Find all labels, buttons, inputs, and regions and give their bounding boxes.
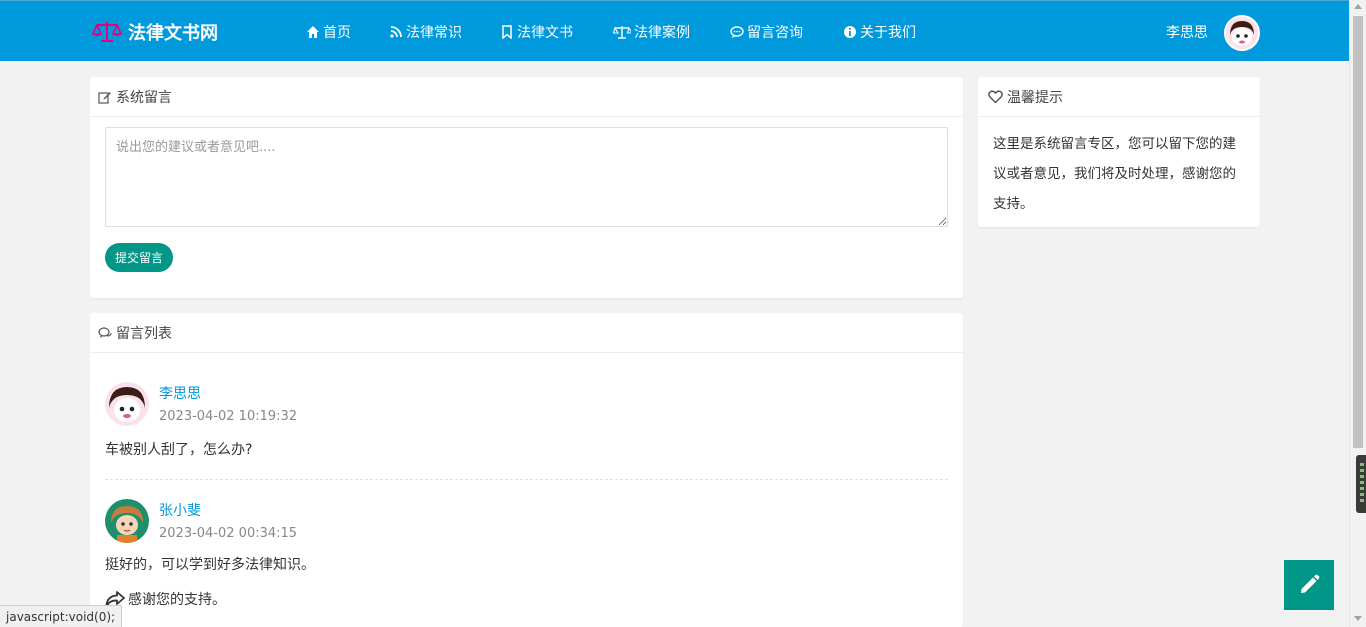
- message-content: 挺好的，可以学到好多法律知识。: [105, 557, 315, 573]
- card-title: 系统留言: [116, 89, 172, 106]
- page-scrollbar[interactable]: [1349, 0, 1366, 627]
- avatar: [105, 382, 149, 426]
- nav-label: 法律文书: [517, 25, 573, 41]
- home-icon: [307, 26, 319, 38]
- nav-item-about[interactable]: 关于我们: [843, 21, 916, 43]
- avatar-image: [1226, 17, 1258, 49]
- nav-label: 法律常识: [406, 25, 462, 41]
- comments-icon: [98, 326, 112, 338]
- bookmark-icon: [502, 25, 512, 39]
- card-header: 温馨提示: [978, 77, 1260, 117]
- top-navbar: 法律文书网 首页 法律常识 法律文书 法律案例 留言咨询 关于我们 李思思: [0, 0, 1366, 61]
- nav-item-common-sense[interactable]: 法律常识: [389, 21, 462, 43]
- scroll-down-arrow[interactable]: [1354, 616, 1362, 621]
- user-name[interactable]: 李思思: [1166, 22, 1208, 42]
- edit-icon: [98, 91, 111, 104]
- card-title: 温馨提示: [1007, 89, 1063, 106]
- site-name: 法律文书网: [128, 23, 218, 44]
- message-time: 2023-04-02 00:34:15: [159, 526, 298, 541]
- avatar: [105, 499, 149, 543]
- message-content: 车被别人刮了，怎么办?: [105, 442, 253, 458]
- scale-icon: [613, 26, 631, 39]
- nav-item-home[interactable]: 首页: [306, 21, 351, 43]
- edit-fab-button[interactable]: [1284, 560, 1334, 610]
- submit-message-button[interactable]: 提交留言: [105, 243, 173, 272]
- browser-status-bar: javascript:void(0);: [0, 605, 123, 627]
- site-logo[interactable]: 法律文书网: [92, 18, 218, 46]
- main-nav: 首页 法律常识 法律文书 法律案例 留言咨询 关于我们: [306, 21, 916, 43]
- tip-text: 这里是系统留言专区，您可以留下您的建议或者意见，我们将及时处理，感谢您的支持。: [993, 136, 1236, 212]
- nav-item-documents[interactable]: 法律文书: [500, 21, 573, 43]
- rss-icon: [390, 26, 402, 38]
- nav-label: 首页: [323, 25, 351, 41]
- scroll-up-arrow[interactable]: [1354, 4, 1362, 9]
- card-header: 留言列表: [90, 313, 963, 353]
- divider: [105, 479, 948, 480]
- user-avatar[interactable]: [1224, 15, 1260, 51]
- message-input[interactable]: [105, 127, 948, 227]
- reply: 感谢您的支持。: [105, 589, 226, 609]
- message-form-card: 系统留言 提交留言: [90, 77, 963, 298]
- scale-logo-icon: [92, 22, 122, 42]
- comment-icon: [730, 26, 744, 38]
- card-header: 系统留言: [90, 77, 963, 117]
- side-widget[interactable]: [1356, 455, 1366, 513]
- nav-item-consult[interactable]: 留言咨询: [730, 21, 803, 43]
- heart-icon: [988, 90, 1003, 103]
- tip-card: 温馨提示 这里是系统留言专区，您可以留下您的建议或者意见，我们将及时处理，感谢您…: [978, 77, 1260, 227]
- nav-label: 法律案例: [634, 25, 690, 41]
- message-time: 2023-04-02 10:19:32: [159, 409, 298, 424]
- pencil-icon: [1301, 574, 1320, 593]
- message-author[interactable]: 张小斐: [159, 500, 201, 520]
- nav-label: 关于我们: [860, 25, 916, 41]
- nav-label: 留言咨询: [747, 25, 803, 41]
- message-author[interactable]: 李思思: [159, 383, 201, 403]
- card-title: 留言列表: [116, 325, 172, 342]
- info-icon: [844, 26, 856, 38]
- nav-item-cases[interactable]: 法律案例: [613, 21, 690, 43]
- scroll-thumb[interactable]: [1353, 16, 1363, 448]
- message-list-card: 留言列表 李思思 2023-04-02 10:19:32 车被别人刮了，怎么办?: [90, 313, 963, 627]
- reply-text: 感谢您的支持。: [128, 592, 226, 608]
